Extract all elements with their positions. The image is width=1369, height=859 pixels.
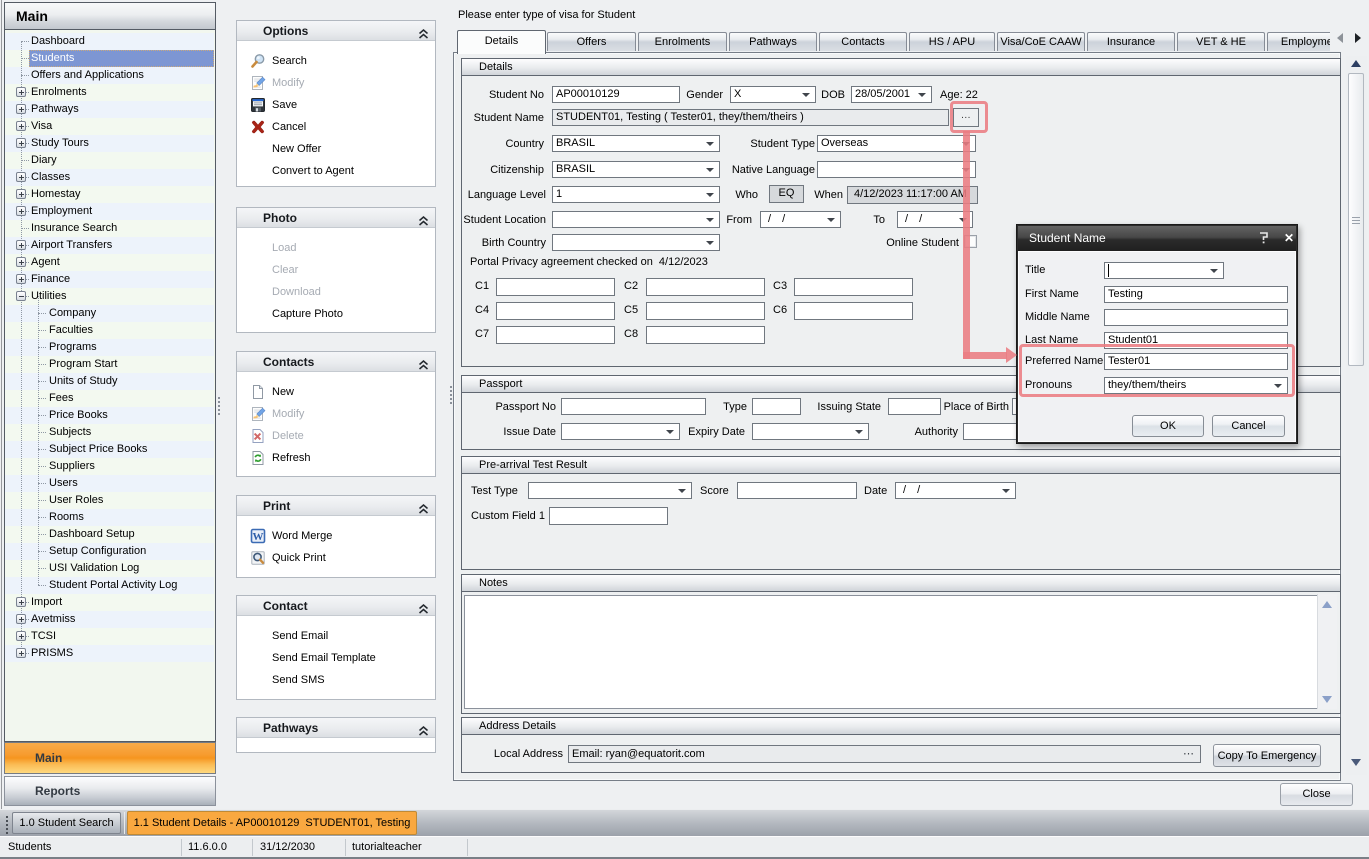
svg-text:W: W [253, 531, 264, 543]
